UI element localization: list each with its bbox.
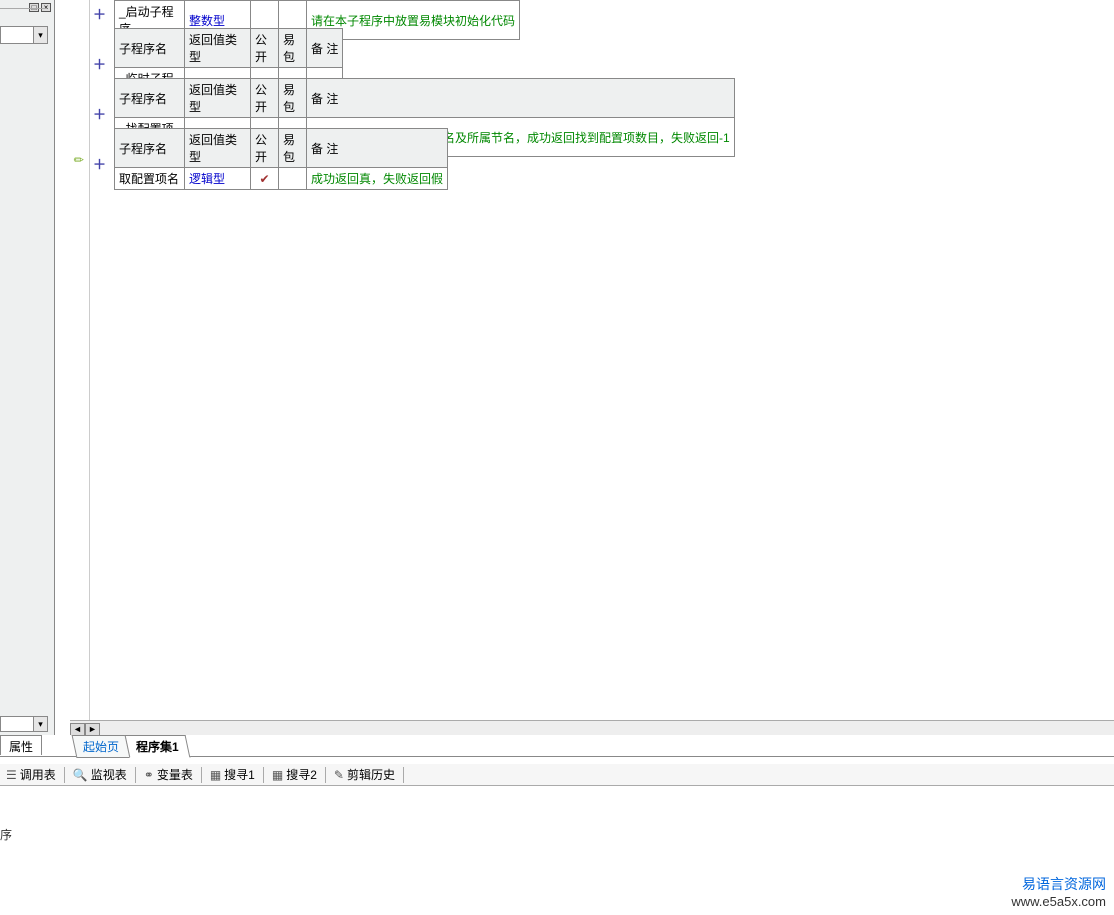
- column-header: 公开: [251, 129, 279, 168]
- tool-icon: ☰: [6, 768, 17, 782]
- column-header: 子程序名: [115, 129, 185, 168]
- tool-icon: ▦: [210, 768, 221, 782]
- separator: [201, 767, 202, 783]
- column-header: 易包: [279, 79, 307, 118]
- code-editor-area[interactable]: _启动子程序整数型请在本子程序中放置易模块初始化代码子程序名返回值类型公开易包备…: [110, 0, 1114, 720]
- tool-1[interactable]: 🔍监视表: [69, 765, 131, 784]
- column-header: 返回值类型: [185, 29, 251, 68]
- tool-label: 调用表: [20, 766, 56, 783]
- column-header: 备 注: [307, 79, 735, 118]
- tool-4[interactable]: ▦搜寻2: [268, 765, 321, 784]
- separator: [325, 767, 326, 783]
- column-header: 公开: [251, 79, 279, 118]
- panel-top-dropdown[interactable]: ▾: [0, 26, 48, 44]
- expand-toggle[interactable]: ＋: [93, 154, 106, 173]
- separator: [64, 767, 65, 783]
- tool-icon: ✎: [334, 768, 344, 782]
- side-panel: □ × ▾ ▾: [0, 0, 55, 735]
- cell-note[interactable]: 成功返回真，失败返回假: [307, 168, 448, 190]
- watermark-title: 易语言资源网: [1011, 874, 1106, 894]
- tool-label: 搜寻2: [286, 766, 317, 783]
- column-header: 易包: [279, 29, 307, 68]
- status-text: 序: [0, 826, 12, 843]
- expand-toggle[interactable]: ＋: [93, 4, 106, 23]
- tab-property[interactable]: 属性: [0, 735, 42, 755]
- column-header: 公开: [251, 29, 279, 68]
- tool-label: 搜寻1: [224, 766, 255, 783]
- watermark-url: www.e5a5x.com: [1011, 894, 1106, 909]
- chevron-down-icon: ▾: [33, 27, 47, 43]
- panel-separator: [0, 8, 46, 9]
- column-header: 备 注: [307, 29, 343, 68]
- column-header: 返回值类型: [185, 129, 251, 168]
- tool-label: 变量表: [157, 766, 193, 783]
- separator: [263, 767, 264, 783]
- cell-return-type[interactable]: 逻辑型: [185, 168, 251, 190]
- separator: [135, 767, 136, 783]
- tab-start-page[interactable]: 起始页: [72, 735, 131, 758]
- subroutine-table: 子程序名返回值类型公开易包备 注取配置项名逻辑型✔ 成功返回真，失败返回假: [114, 128, 448, 190]
- tool-3[interactable]: ▦搜寻1: [206, 765, 259, 784]
- tab-label: 起始页: [83, 738, 119, 755]
- tool-icon: 🔍: [73, 768, 88, 782]
- chevron-down-icon: ▾: [33, 717, 47, 731]
- column-header: 子程序名: [115, 79, 185, 118]
- tool-2[interactable]: ⚭变量表: [140, 765, 197, 784]
- column-header: 子程序名: [115, 29, 185, 68]
- cell-name[interactable]: 取配置项名: [115, 168, 185, 190]
- horizontal-scrollbar[interactable]: ◄►: [70, 720, 1114, 735]
- tab-program-unit[interactable]: 程序集1: [125, 735, 191, 758]
- tab-strip: 属性 起始页 程序集1: [0, 735, 1114, 757]
- column-header: 返回值类型: [185, 79, 251, 118]
- cell-pack[interactable]: [279, 168, 307, 190]
- separator: [403, 767, 404, 783]
- watermark: 易语言资源网 www.e5a5x.com: [1011, 874, 1106, 909]
- tool-5[interactable]: ✎剪辑历史: [330, 765, 399, 784]
- panel-bottom-dropdown[interactable]: ▾: [0, 716, 48, 732]
- tool-icon: ⚭: [144, 768, 154, 782]
- column-header: 备 注: [307, 129, 448, 168]
- bottom-toolbar: ☰调用表🔍监视表⚭变量表▦搜寻1▦搜寻2✎剪辑历史: [0, 764, 1114, 786]
- expand-toggle[interactable]: ＋: [93, 54, 106, 73]
- cell-public[interactable]: ✔: [251, 168, 279, 190]
- table-row[interactable]: 取配置项名逻辑型✔ 成功返回真，失败返回假: [115, 168, 448, 190]
- tool-0[interactable]: ☰调用表: [2, 765, 60, 784]
- code-gutter: [55, 0, 90, 720]
- tool-label: 剪辑历史: [347, 766, 395, 783]
- tool-icon: ▦: [272, 768, 283, 782]
- expand-toggle[interactable]: ＋: [93, 104, 106, 123]
- code-tabs: 起始页 程序集1: [74, 735, 187, 758]
- tool-label: 监视表: [91, 766, 127, 783]
- column-header: 易包: [279, 129, 307, 168]
- tab-label: 程序集1: [136, 738, 179, 755]
